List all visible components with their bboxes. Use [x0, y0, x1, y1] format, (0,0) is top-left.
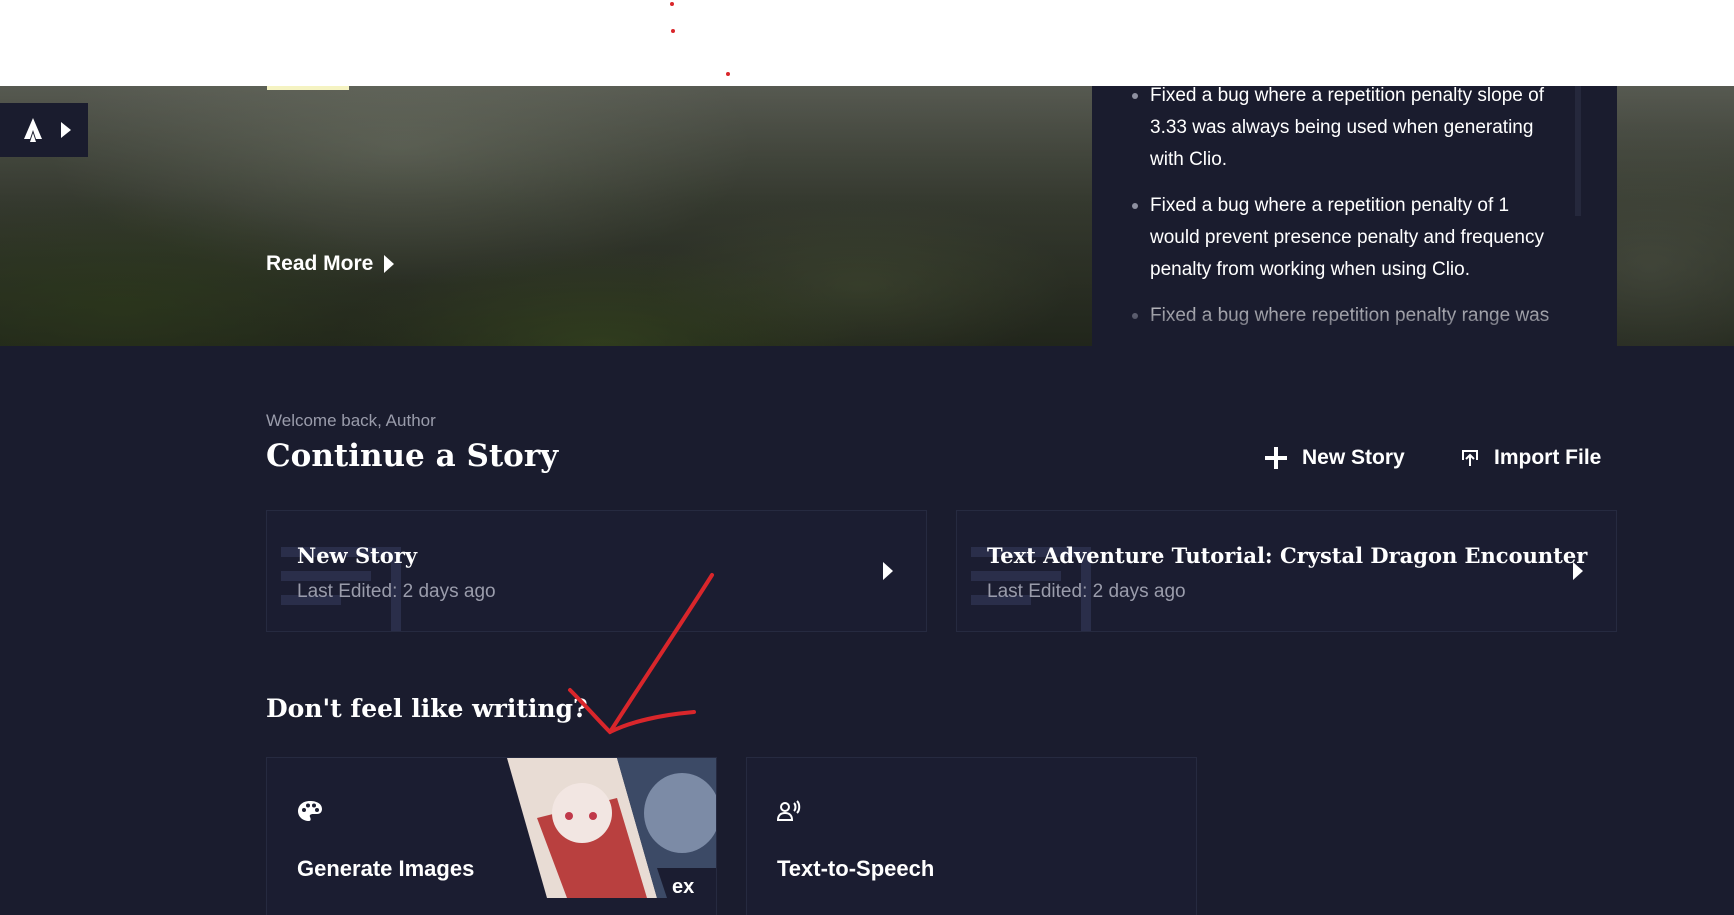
changelog-item: Fixed a bug where repetition penalty ran…	[1130, 300, 1562, 332]
upload-icon	[1462, 450, 1478, 466]
svg-text:ex: ex	[672, 876, 694, 898]
generate-images-card[interactable]: ex Generate Images	[266, 757, 717, 915]
changelog-item: Fixed a bug where a repetition penalty o…	[1130, 190, 1562, 286]
tool-label: Generate Images	[297, 856, 475, 881]
plus-icon	[1265, 447, 1287, 469]
read-more-link[interactable]: Read More	[266, 252, 395, 276]
page-title: Continue a Story	[266, 438, 559, 474]
import-file-label: Import File	[1494, 446, 1602, 469]
palette-icon	[298, 801, 322, 821]
new-story-button[interactable]: New Story	[1264, 446, 1405, 470]
story-last-edited: Last Edited: 2 days ago	[297, 581, 496, 602]
story-last-edited: Last Edited: 2 days ago	[987, 581, 1186, 602]
new-story-label: New Story	[1302, 446, 1405, 469]
sidebar-toggle[interactable]	[0, 103, 88, 157]
chevron-right-icon	[61, 122, 71, 138]
top-bar	[0, 0, 1734, 86]
changelog-item: Fixed a bug where a repetition penalty s…	[1130, 86, 1562, 176]
speaker-voice-icon	[777, 800, 801, 821]
chevron-right-icon	[384, 255, 395, 273]
annotation-dot	[671, 29, 675, 33]
annotation-dot	[670, 2, 674, 6]
tool-label: Text-to-Speech	[777, 856, 935, 881]
annotation-dot	[726, 72, 730, 76]
story-title: New Story	[297, 543, 418, 568]
read-more-label: Read More	[266, 252, 374, 275]
import-file-button[interactable]: Import File	[1460, 446, 1601, 470]
novelai-logo-icon	[24, 118, 42, 142]
story-card[interactable]: Text Adventure Tutorial: Crystal Dragon …	[956, 510, 1617, 632]
anime-art-thumbnail: ex	[507, 758, 716, 898]
text-to-speech-card[interactable]: Text-to-Speech	[746, 757, 1197, 915]
changelog-list: Fixed a bug where a repetition penalty s…	[1130, 86, 1562, 332]
section-title: Don't feel like writing?	[266, 694, 588, 723]
changelog-panel[interactable]: Fixed a bug where a repetition penalty s…	[1092, 86, 1617, 346]
chevron-right-icon	[883, 562, 893, 580]
welcome-text: Welcome back, Author	[266, 411, 436, 430]
changelog-scrollbar[interactable]	[1575, 86, 1581, 216]
story-card[interactable]: New Story Last Edited: 2 days ago	[266, 510, 927, 632]
story-title: Text Adventure Tutorial: Crystal Dragon …	[987, 543, 1588, 568]
chevron-right-icon	[1573, 562, 1583, 580]
